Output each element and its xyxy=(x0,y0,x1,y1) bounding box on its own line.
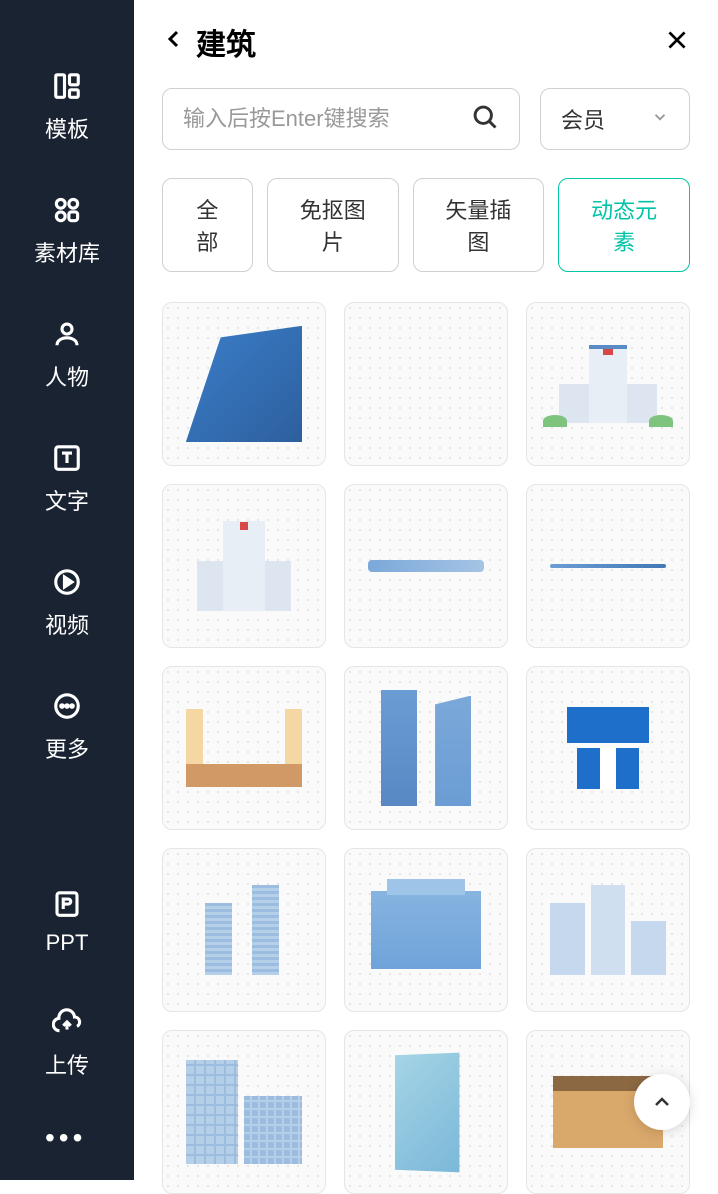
asset-item[interactable] xyxy=(162,484,326,648)
sidebar-item-label: 模板 xyxy=(45,112,89,144)
search-input[interactable] xyxy=(183,106,471,132)
search-box[interactable] xyxy=(162,88,520,150)
membership-dropdown[interactable]: 会员 xyxy=(540,88,690,150)
asset-grid xyxy=(162,302,690,1194)
sidebar-item-label: 更多 xyxy=(45,732,89,764)
page-title: 建筑 xyxy=(196,20,256,64)
sidebar-item-label: PPT xyxy=(46,930,89,956)
sidebar-more-dots[interactable]: ••• xyxy=(45,1110,89,1170)
dropdown-label: 会员 xyxy=(561,103,605,135)
asset-item[interactable] xyxy=(526,484,690,648)
sidebar-item-upload[interactable]: 上传 xyxy=(45,986,89,1110)
sidebar: 模板 素材库 人物 文字 视频 xyxy=(0,0,134,1180)
sidebar-item-label: 文字 xyxy=(45,484,89,516)
asset-item[interactable] xyxy=(344,848,508,1012)
sidebar-item-person[interactable]: 人物 xyxy=(34,298,100,422)
asset-item[interactable] xyxy=(526,302,690,466)
filter-row: 全部 免抠图片 矢量插图 动态元素 xyxy=(162,178,690,272)
chevron-down-icon xyxy=(651,108,669,131)
upload-icon xyxy=(51,1006,83,1038)
sidebar-item-ppt[interactable]: PPT xyxy=(45,868,89,986)
filter-cutout[interactable]: 免抠图片 xyxy=(267,178,399,272)
person-icon xyxy=(51,318,83,350)
filter-vector[interactable]: 矢量插图 xyxy=(413,178,545,272)
asset-item[interactable] xyxy=(344,666,508,830)
asset-item[interactable] xyxy=(526,666,690,830)
search-icon[interactable] xyxy=(471,103,499,136)
header: 建筑 xyxy=(162,20,690,64)
ppt-icon xyxy=(51,888,83,920)
sidebar-item-assets[interactable]: 素材库 xyxy=(34,174,100,298)
asset-item[interactable] xyxy=(162,1030,326,1194)
asset-item[interactable] xyxy=(162,302,326,466)
assets-icon xyxy=(51,194,83,226)
filter-animated[interactable]: 动态元素 xyxy=(558,178,690,272)
sidebar-item-video[interactable]: 视频 xyxy=(34,546,100,670)
template-icon xyxy=(51,70,83,102)
asset-item[interactable] xyxy=(344,484,508,648)
back-button[interactable] xyxy=(162,25,186,59)
text-icon xyxy=(51,442,83,474)
filter-all[interactable]: 全部 xyxy=(162,178,253,272)
asset-item[interactable] xyxy=(162,848,326,1012)
main-panel: 建筑 会员 全部 免抠图片 矢量插图 动态元素 xyxy=(134,0,718,1180)
sidebar-item-label: 人物 xyxy=(45,360,89,392)
asset-item[interactable] xyxy=(344,302,508,466)
sidebar-item-template[interactable]: 模板 xyxy=(34,50,100,174)
sidebar-item-text[interactable]: 文字 xyxy=(34,422,100,546)
video-icon xyxy=(51,566,83,598)
sidebar-item-label: 视频 xyxy=(45,608,89,640)
scroll-to-top-button[interactable] xyxy=(634,1074,690,1130)
sidebar-item-label: 上传 xyxy=(45,1048,89,1080)
close-button[interactable] xyxy=(664,24,690,61)
more-icon xyxy=(51,690,83,722)
asset-item[interactable] xyxy=(344,1030,508,1194)
sidebar-item-label: 素材库 xyxy=(34,236,100,268)
asset-item[interactable] xyxy=(162,666,326,830)
sidebar-item-more[interactable]: 更多 xyxy=(34,670,100,794)
asset-item[interactable] xyxy=(526,848,690,1012)
